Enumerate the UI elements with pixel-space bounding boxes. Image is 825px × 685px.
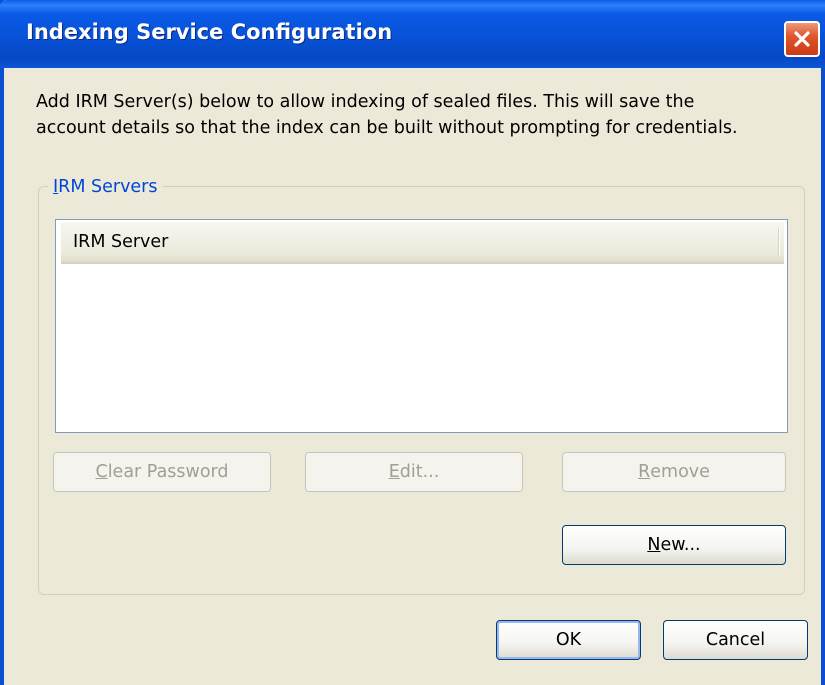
clear-password-mnemonic: C [95, 462, 108, 482]
close-icon [794, 31, 810, 47]
clear-password-label: lear Password [107, 462, 229, 482]
title-bar[interactable]: Indexing Service Configuration [0, 0, 825, 68]
irm-server-list[interactable]: IRM Server [55, 219, 788, 433]
edit-button[interactable]: Edit... [305, 452, 523, 492]
new-mnemonic: N [647, 535, 661, 555]
new-label: ew... [660, 535, 701, 555]
new-button[interactable]: New... [562, 525, 786, 565]
intro-line-1: Add IRM Server(s) below to allow indexin… [36, 92, 695, 112]
window-title: Indexing Service Configuration [26, 20, 393, 44]
irm-servers-group-label: IRM Servers [48, 176, 163, 198]
list-header: IRM Server [61, 222, 784, 264]
intro-text: Add IRM Server(s) below to allow indexin… [36, 89, 825, 141]
edit-label: dit... [399, 462, 440, 482]
remove-label: emove [650, 462, 710, 482]
intro-line-2: account details so that the index can be… [36, 118, 738, 138]
ok-button[interactable]: OK [496, 620, 641, 660]
column-divider[interactable] [778, 228, 780, 256]
ok-label: OK [555, 630, 582, 650]
remove-button[interactable]: Remove [562, 452, 786, 492]
cancel-button[interactable]: Cancel [663, 620, 808, 660]
remove-mnemonic: R [638, 462, 651, 482]
clear-password-button[interactable]: Clear Password [53, 452, 271, 492]
close-button[interactable] [784, 21, 820, 57]
column-header-irm-server[interactable]: IRM Server [61, 222, 779, 262]
edit-mnemonic: E [388, 462, 400, 482]
group-label-rest: RM Servers [58, 177, 158, 197]
cancel-label: Cancel [705, 630, 766, 650]
